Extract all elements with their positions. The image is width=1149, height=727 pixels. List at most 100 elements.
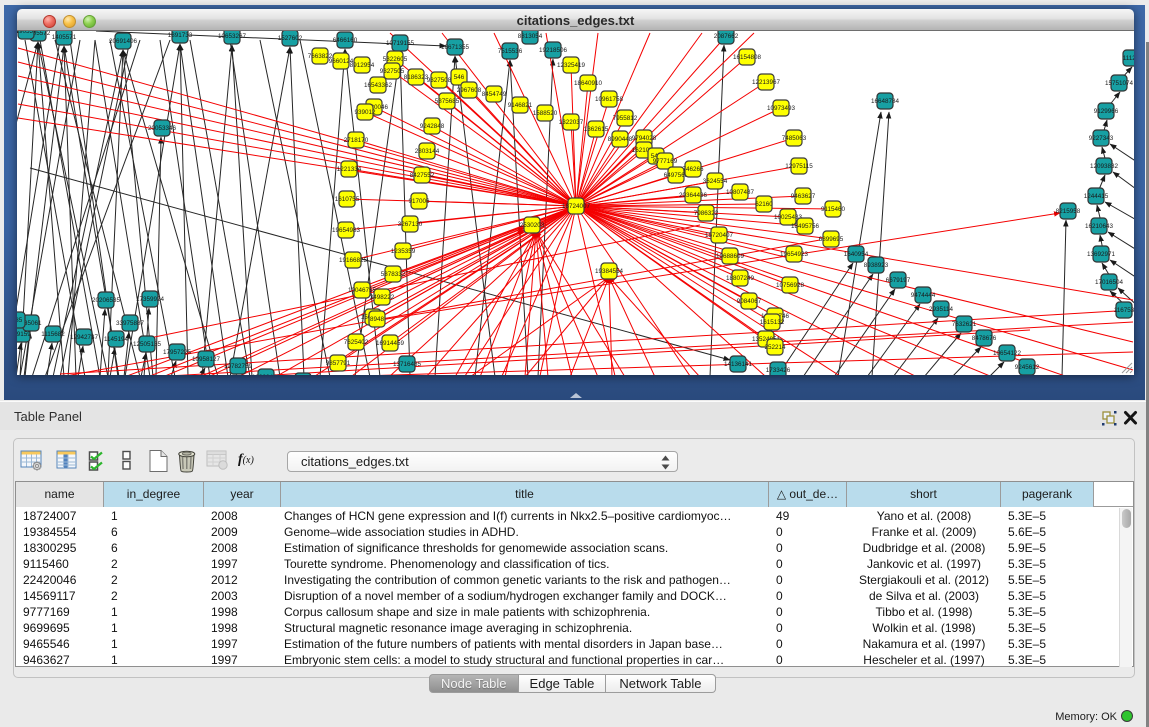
svg-text:7625402: 7625402 [344,339,369,346]
svg-text:17957225: 17957225 [163,349,192,356]
svg-text:11127: 11127 [1123,55,1134,62]
svg-text:3498222: 3498222 [370,294,395,301]
svg-text:1527602: 1527602 [278,35,303,42]
svg-text:1145194: 1145194 [104,336,129,343]
svg-text:8478676: 8478676 [972,335,997,342]
svg-text:7632621: 7632621 [952,321,977,328]
svg-text:9146821: 9146821 [508,102,533,109]
svg-text:10653267: 10653267 [218,33,247,40]
svg-text:9129966: 9129966 [1094,108,1119,115]
svg-text:15720407: 15720407 [705,232,734,239]
svg-text:15751074: 15751074 [1105,80,1134,87]
svg-text:746266: 746266 [682,166,704,173]
svg-text:16671355: 16671355 [441,44,470,51]
svg-text:135: 135 [17,317,23,324]
svg-text:8938923: 8938923 [864,262,889,269]
svg-text:9327508: 9327508 [427,77,452,84]
svg-text:8215958: 8215958 [1056,208,1081,215]
svg-text:5322605: 5322605 [383,56,408,63]
svg-text:12325419: 12325419 [557,62,586,69]
svg-text:1610755: 1610755 [335,196,360,203]
svg-text:5875685: 5875685 [435,98,460,105]
svg-text:1235359: 1235359 [391,248,416,255]
svg-text:1221334: 1221334 [337,166,362,173]
svg-text:16154808: 16154808 [733,54,762,61]
svg-text:1615132: 1615132 [760,319,785,326]
svg-text:10654122: 10654122 [993,350,1022,357]
svg-text:18640910: 18640910 [574,80,603,87]
svg-text:10046755: 10046755 [348,287,377,294]
svg-text:9084067: 9084067 [737,298,762,305]
svg-text:939012: 939012 [354,109,376,116]
svg-text:7986322: 7986322 [694,210,719,217]
svg-text:1244415: 1244415 [1084,193,1109,200]
svg-text:16543362: 16543362 [364,82,393,89]
svg-text:12505135: 12505135 [133,341,162,348]
svg-text:39159: 39159 [17,331,31,338]
svg-text:1405571: 1405571 [52,34,77,41]
svg-text:10961758: 10961758 [595,96,624,103]
svg-text:546: 546 [454,74,465,81]
svg-text:10958127: 10958127 [192,356,221,363]
svg-text:16210643: 16210643 [1085,223,1114,230]
svg-text:19166825: 19166825 [339,257,368,264]
svg-text:2087662: 2087662 [714,33,739,40]
svg-text:10807487: 10807487 [726,189,755,196]
svg-text:1640954: 1640954 [844,251,869,258]
svg-text:9242848: 9242848 [420,123,445,130]
svg-text:7515536: 7515536 [498,48,523,55]
svg-text:1322037: 1322037 [559,119,584,126]
svg-text:9857791: 9857791 [326,360,351,367]
svg-text:19384554: 19384554 [595,268,624,275]
svg-text:12942737: 12942737 [70,334,99,341]
svg-text:2935114: 2935114 [929,306,954,313]
svg-text:8427552: 8427552 [410,172,435,179]
svg-text:20053346: 20053346 [148,125,177,132]
svg-text:8990448: 8990448 [608,136,633,143]
svg-text:7955812: 7955812 [613,115,638,122]
svg-text:8948: 8948 [370,316,385,323]
svg-text:9227343: 9227343 [1089,135,1114,142]
svg-text:19654983: 19654983 [332,227,361,234]
svg-text:3624554: 3624554 [703,178,728,185]
svg-text:33975887: 33975887 [116,320,145,327]
svg-text:20691406: 20691406 [109,38,138,45]
svg-text:13716485: 13716485 [393,361,422,368]
svg-text:1891733: 1891733 [168,32,193,39]
svg-text:18807249: 18807249 [726,275,755,282]
svg-text:2967608: 2967608 [457,87,482,94]
svg-text:8454749: 8454749 [482,91,507,98]
svg-text:1588520: 1588520 [533,110,558,117]
svg-text:9463627: 9463627 [791,193,816,200]
svg-text:9245612: 9245612 [1015,364,1040,371]
svg-text:8912954: 8912954 [350,62,375,69]
svg-text:2718170: 2718170 [344,137,369,144]
svg-text:62160: 62160 [755,201,773,208]
svg-text:12093832: 12093832 [1090,163,1119,170]
svg-text:7485063: 7485063 [782,135,807,142]
svg-text:19218506: 19218506 [539,47,568,54]
svg-text:6466160: 6466160 [333,37,358,44]
svg-text:17016504: 17016504 [1095,279,1124,286]
svg-text:12975115: 12975115 [785,163,813,170]
svg-text:6899695: 6899695 [819,236,844,243]
svg-text:18724007: 18724007 [562,203,591,210]
svg-text:9794028: 9794028 [632,135,657,142]
svg-text:20364436: 20364436 [679,192,708,199]
svg-text:3267130: 3267130 [398,221,423,228]
svg-text:190557: 190557 [17,31,37,35]
svg-text:1362615: 1362615 [584,126,609,133]
svg-text:6679197: 6679197 [886,277,911,284]
svg-text:9115460: 9115460 [821,206,846,213]
svg-text:2530203: 2530203 [520,222,545,229]
svg-text:12923446: 12923446 [252,374,281,375]
svg-text:10973493: 10973493 [767,105,796,112]
svg-text:12213967: 12213967 [752,79,781,86]
svg-text:20206535: 20206535 [92,297,121,304]
svg-text:116753: 116753 [1114,307,1134,314]
svg-text:9327505: 9327505 [380,68,405,75]
svg-text:16914459: 16914459 [376,340,405,347]
svg-text:917006: 917006 [408,198,430,205]
svg-text:8186323: 8186323 [404,74,429,81]
svg-text:16648784: 16648784 [871,98,900,105]
